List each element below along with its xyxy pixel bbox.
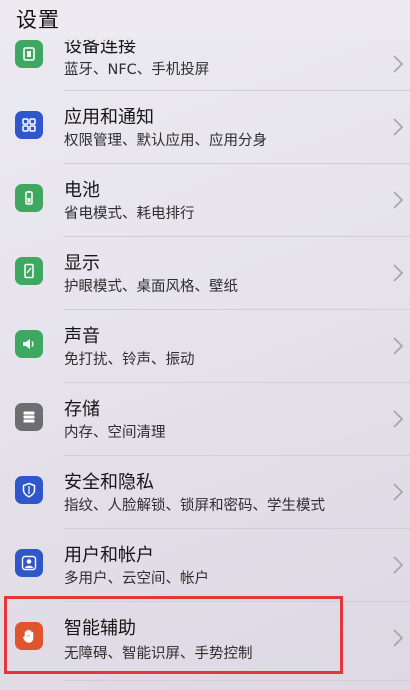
highlight-box (4, 596, 343, 674)
page-title: 设置 (16, 8, 60, 32)
chevron-right-icon (393, 556, 404, 574)
settings-item-users-accounts[interactable]: 用户和帐户 多用户、云空间、帐户 (0, 529, 410, 602)
device-connection-icon (15, 40, 43, 68)
chevron-right-icon (393, 410, 404, 428)
settings-item-apps-notifications[interactable]: 应用和通知 权限管理、默认应用、应用分身 (0, 91, 410, 164)
chevron-right-icon (393, 118, 404, 136)
item-title: 声音 (64, 326, 100, 347)
chevron-right-icon (393, 264, 404, 282)
item-subtitle: 内存、空间清理 (64, 425, 166, 441)
speaker-icon (15, 330, 43, 358)
item-subtitle: 权限管理、默认应用、应用分身 (64, 133, 267, 149)
shield-icon (15, 476, 43, 504)
item-subtitle: 蓝牙、NFC、手机投屏 (64, 62, 210, 78)
item-title: 安全和隐私 (64, 472, 154, 493)
chevron-right-icon (393, 337, 404, 355)
display-icon (15, 257, 43, 285)
item-title: 用户和帐户 (64, 545, 154, 566)
chevron-right-icon (393, 191, 404, 209)
battery-icon (15, 184, 43, 212)
divider (64, 680, 410, 681)
user-account-icon (15, 549, 43, 577)
chevron-right-icon (393, 483, 404, 501)
apps-grid-icon (15, 111, 43, 139)
settings-item-battery[interactable]: 电池 省电模式、耗电排行 (0, 164, 410, 237)
item-subtitle: 指纹、人脸解锁、锁屏和密码、学生模式 (64, 498, 325, 514)
item-title: 电池 (64, 180, 100, 201)
settings-item-storage[interactable]: 存储 内存、空间清理 (0, 383, 410, 456)
item-subtitle: 省电模式、耗电排行 (64, 206, 195, 222)
settings-item-security-privacy[interactable]: 安全和隐私 指纹、人脸解锁、锁屏和密码、学生模式 (0, 456, 410, 529)
item-title: 存储 (64, 399, 100, 420)
item-subtitle: 免打扰、铃声、振动 (64, 352, 195, 368)
item-title: 显示 (64, 253, 100, 274)
item-subtitle: 多用户、云空间、帐户 (64, 571, 209, 587)
settings-item-display[interactable]: 显示 护眼模式、桌面风格、壁纸 (0, 237, 410, 310)
item-title: 应用和通知 (64, 107, 154, 128)
item-subtitle: 护眼模式、桌面风格、壁纸 (64, 279, 238, 295)
settings-item-sound[interactable]: 声音 免打扰、铃声、振动 (0, 310, 410, 383)
app-header: 设置 (0, 0, 410, 40)
storage-icon (15, 403, 43, 431)
settings-list: 设备连接 蓝牙、NFC、手机投屏 应用和通知 权限管理、默认应用、应用分身 电池… (0, 0, 410, 690)
chevron-right-icon (393, 55, 404, 73)
chevron-right-icon (393, 629, 404, 647)
